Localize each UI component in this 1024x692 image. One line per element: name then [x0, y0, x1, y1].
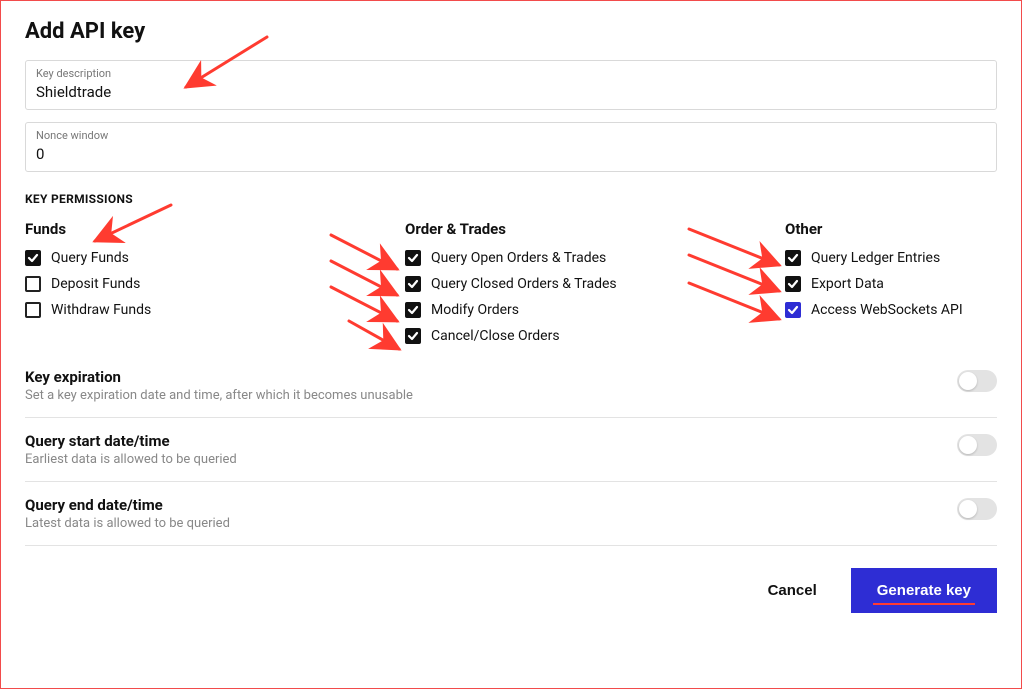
- checkbox-icon[interactable]: [405, 302, 421, 318]
- checkbox-row-orders[interactable]: Modify Orders: [405, 302, 785, 318]
- checkbox-icon[interactable]: [25, 276, 41, 292]
- checkbox-row-orders[interactable]: Query Closed Orders & Trades: [405, 276, 785, 292]
- setting-query-end-title: Query end date/time: [25, 496, 230, 514]
- permissions-col-funds: Funds Query Funds Deposit Funds Withdraw F…: [25, 220, 405, 344]
- checkbox-icon[interactable]: [405, 276, 421, 292]
- checkbox-label: Modify Orders: [431, 302, 519, 318]
- toggle-query-start[interactable]: [957, 434, 997, 456]
- key-description-input[interactable]: [36, 83, 986, 101]
- checkbox-row-other[interactable]: Query Ledger Entries: [785, 250, 1005, 266]
- checkbox-row-other[interactable]: Access WebSockets API: [785, 302, 1005, 318]
- checkbox-label: Export Data: [811, 276, 884, 292]
- cancel-button[interactable]: Cancel: [762, 572, 823, 609]
- key-description-label: Key description: [36, 67, 986, 80]
- checkbox-icon[interactable]: [785, 302, 801, 318]
- checkbox-label: Access WebSockets API: [811, 302, 963, 318]
- checkbox-label: Deposit Funds: [51, 276, 140, 292]
- permissions-col-orders: Order & Trades Query Open Orders & Trade…: [405, 220, 785, 344]
- nonce-window-field[interactable]: Nonce window: [25, 122, 997, 172]
- checkbox-label: Query Open Orders & Trades: [431, 250, 606, 266]
- checkbox-label: Query Ledger Entries: [811, 250, 940, 266]
- permissions-columns: Funds Query Funds Deposit Funds Withdraw F…: [25, 220, 997, 344]
- permissions-other-title: Other: [785, 220, 1005, 238]
- checkbox-icon[interactable]: [785, 250, 801, 266]
- checkbox-label: Cancel/Close Orders: [431, 328, 560, 344]
- checkbox-icon[interactable]: [25, 302, 41, 318]
- checkbox-row-other[interactable]: Export Data: [785, 276, 1005, 292]
- permissions-header: KEY PERMISSIONS: [25, 192, 997, 206]
- checkbox-row-orders[interactable]: Cancel/Close Orders: [405, 328, 785, 344]
- nonce-window-label: Nonce window: [36, 129, 986, 142]
- toggle-key-expiration[interactable]: [957, 370, 997, 392]
- annotation-underline: [873, 603, 975, 605]
- nonce-window-input[interactable]: [36, 145, 986, 163]
- permissions-funds-title: Funds: [25, 220, 405, 238]
- checkbox-label: Query Funds: [51, 250, 129, 266]
- toggle-query-end[interactable]: [957, 498, 997, 520]
- setting-query-end-desc: Latest data is allowed to be queried: [25, 516, 230, 531]
- checkbox-row-funds[interactable]: Query Funds: [25, 250, 405, 266]
- checkbox-icon[interactable]: [405, 328, 421, 344]
- checkbox-label: Withdraw Funds: [51, 302, 151, 318]
- dialog-actions: Cancel Generate key: [25, 546, 997, 627]
- setting-query-start-title: Query start date/time: [25, 432, 237, 450]
- checkbox-row-orders[interactable]: Query Open Orders & Trades: [405, 250, 785, 266]
- checkbox-row-funds[interactable]: Deposit Funds: [25, 276, 405, 292]
- checkbox-icon[interactable]: [405, 250, 421, 266]
- checkbox-label: Query Closed Orders & Trades: [431, 276, 617, 292]
- setting-key-expiration-desc: Set a key expiration date and time, afte…: [25, 388, 413, 403]
- key-description-field[interactable]: Key description: [25, 60, 997, 110]
- checkbox-row-funds[interactable]: Withdraw Funds: [25, 302, 405, 318]
- setting-query-start-desc: Earliest data is allowed to be queried: [25, 452, 237, 467]
- generate-key-button[interactable]: Generate key: [851, 568, 997, 613]
- permissions-orders-title: Order & Trades: [405, 220, 785, 238]
- checkbox-icon[interactable]: [25, 250, 41, 266]
- checkbox-icon[interactable]: [785, 276, 801, 292]
- screenshot-frame: Add API key Key description Nonce window…: [0, 0, 1022, 689]
- generate-key-label: Generate key: [877, 582, 971, 599]
- permissions-col-other: Other Query Ledger Entries Export Data Acc…: [785, 220, 1005, 344]
- setting-key-expiration: Key expiration Set a key expiration date…: [25, 354, 997, 418]
- setting-query-end: Query end date/time Latest data is allow…: [25, 482, 997, 546]
- page-title: Add API key: [25, 19, 997, 44]
- setting-query-start: Query start date/time Earliest data is a…: [25, 418, 997, 482]
- setting-key-expiration-title: Key expiration: [25, 368, 413, 386]
